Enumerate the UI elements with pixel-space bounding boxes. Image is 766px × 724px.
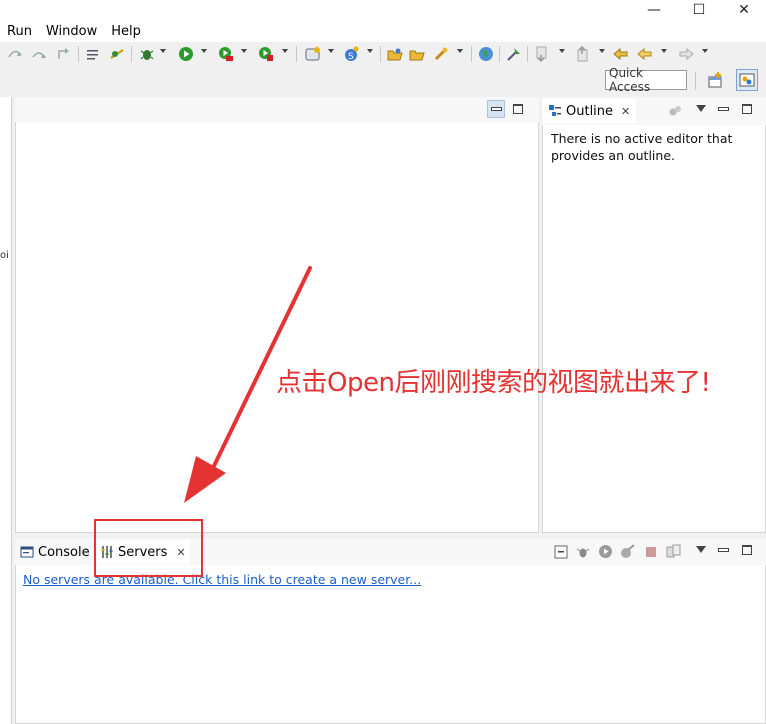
new-dropdown[interactable] — [328, 49, 334, 53]
tab-outline[interactable]: Outline ✕ — [542, 99, 637, 123]
next-annotation-icon[interactable] — [533, 45, 551, 63]
menu-bar: Run Window Help — [0, 20, 766, 42]
new-class-dropdown[interactable] — [367, 49, 373, 53]
bottom-maximize-button[interactable] — [738, 541, 756, 559]
new-java-project-icon[interactable] — [303, 45, 323, 63]
tab-console[interactable]: Console — [20, 540, 90, 564]
search-dropdown[interactable] — [457, 49, 463, 53]
toolbar-separator — [499, 46, 500, 62]
external-tools-dropdown[interactable] — [282, 49, 288, 53]
toolbar-separator — [296, 46, 297, 62]
minimize-button[interactable]: — — [632, 0, 676, 20]
create-server-link[interactable]: No servers are available. Click this lin… — [23, 572, 421, 587]
svg-text:S: S — [348, 52, 354, 62]
web-browser-icon[interactable] — [477, 45, 495, 63]
step-return-icon[interactable] — [54, 45, 72, 63]
editor-header — [15, 97, 539, 122]
close-button[interactable]: ✕ — [722, 0, 766, 20]
annotation-text: 点击Open后刚刚搜索的视图就出来了! — [276, 368, 711, 398]
forward-icon[interactable] — [677, 45, 695, 63]
menu-help[interactable]: Help — [104, 24, 148, 39]
step-over-icon[interactable] — [30, 45, 48, 63]
left-view-strip — [0, 97, 12, 724]
view-menu-icon[interactable] — [696, 546, 706, 553]
left-strip-clipped-text: oi — [0, 250, 9, 261]
console-tab-label: Console — [38, 544, 90, 560]
open-perspective-icon[interactable] — [704, 69, 726, 91]
toolbar-separator — [380, 46, 381, 62]
next-annotation-dropdown[interactable] — [559, 49, 565, 53]
toolbar-separator — [527, 46, 528, 62]
start-server-icon[interactable] — [598, 544, 613, 563]
stop-server-icon[interactable] — [644, 545, 658, 563]
start-debug-server-icon[interactable] — [576, 545, 590, 563]
debug-icon[interactable] — [138, 45, 156, 63]
previous-annotation-icon[interactable] — [574, 45, 592, 63]
open-task-icon[interactable] — [408, 45, 426, 63]
outline-tab-label: Outline — [566, 103, 614, 119]
back-dropdown[interactable] — [661, 49, 667, 53]
profile-server-icon[interactable] — [620, 544, 635, 563]
outline-sync-icon[interactable] — [668, 104, 682, 122]
run-dropdown[interactable] — [201, 49, 207, 53]
bottom-minimize-button[interactable] — [714, 541, 732, 559]
back-icon[interactable] — [636, 45, 654, 63]
editor-maximize-button[interactable] — [509, 100, 527, 118]
collapse-all-icon[interactable] — [554, 545, 568, 563]
outline-empty-message: There is no active editor that provides … — [551, 131, 733, 163]
outline-minimize-button[interactable] — [714, 100, 732, 118]
close-icon[interactable]: ✕ — [621, 105, 630, 118]
menu-run[interactable]: Run — [0, 24, 39, 39]
menu-window[interactable]: Window — [39, 24, 104, 39]
step-into-icon[interactable] — [6, 45, 24, 63]
highlight-box — [94, 519, 203, 577]
quick-access-field[interactable]: Quick Access — [605, 66, 687, 94]
java-ee-perspective-icon[interactable] — [736, 69, 758, 91]
toolbar-separator — [695, 72, 696, 90]
external-tools-icon[interactable] — [257, 45, 275, 63]
view-menu-icon[interactable] — [696, 105, 706, 112]
run-coverage-dropdown[interactable] — [241, 49, 247, 53]
outline-maximize-button[interactable] — [738, 100, 756, 118]
run-icon[interactable] — [177, 45, 195, 63]
toolbar-separator — [471, 46, 472, 62]
publish-server-icon[interactable] — [666, 544, 681, 563]
previous-annotation-dropdown[interactable] — [599, 49, 605, 53]
search-icon[interactable] — [432, 45, 450, 63]
new-java-class-icon[interactable]: S — [342, 45, 360, 63]
forward-dropdown[interactable] — [702, 49, 708, 53]
maximize-button[interactable]: ☐ — [677, 0, 721, 20]
editor-minimize-button[interactable] — [487, 100, 505, 118]
console-icon — [20, 545, 34, 559]
toolbar-separator — [131, 46, 132, 62]
outline-icon — [548, 104, 562, 118]
open-type-icon[interactable] — [386, 45, 404, 63]
skip-breakpoints-icon[interactable] — [108, 45, 126, 63]
use-step-filters-icon[interactable] — [84, 45, 102, 63]
run-last-tool-icon[interactable] — [505, 45, 523, 63]
run-coverage-icon[interactable] — [217, 45, 235, 63]
last-edit-location-icon[interactable] — [612, 45, 630, 63]
debug-dropdown[interactable] — [160, 49, 166, 53]
toolbar-separator — [78, 46, 79, 62]
